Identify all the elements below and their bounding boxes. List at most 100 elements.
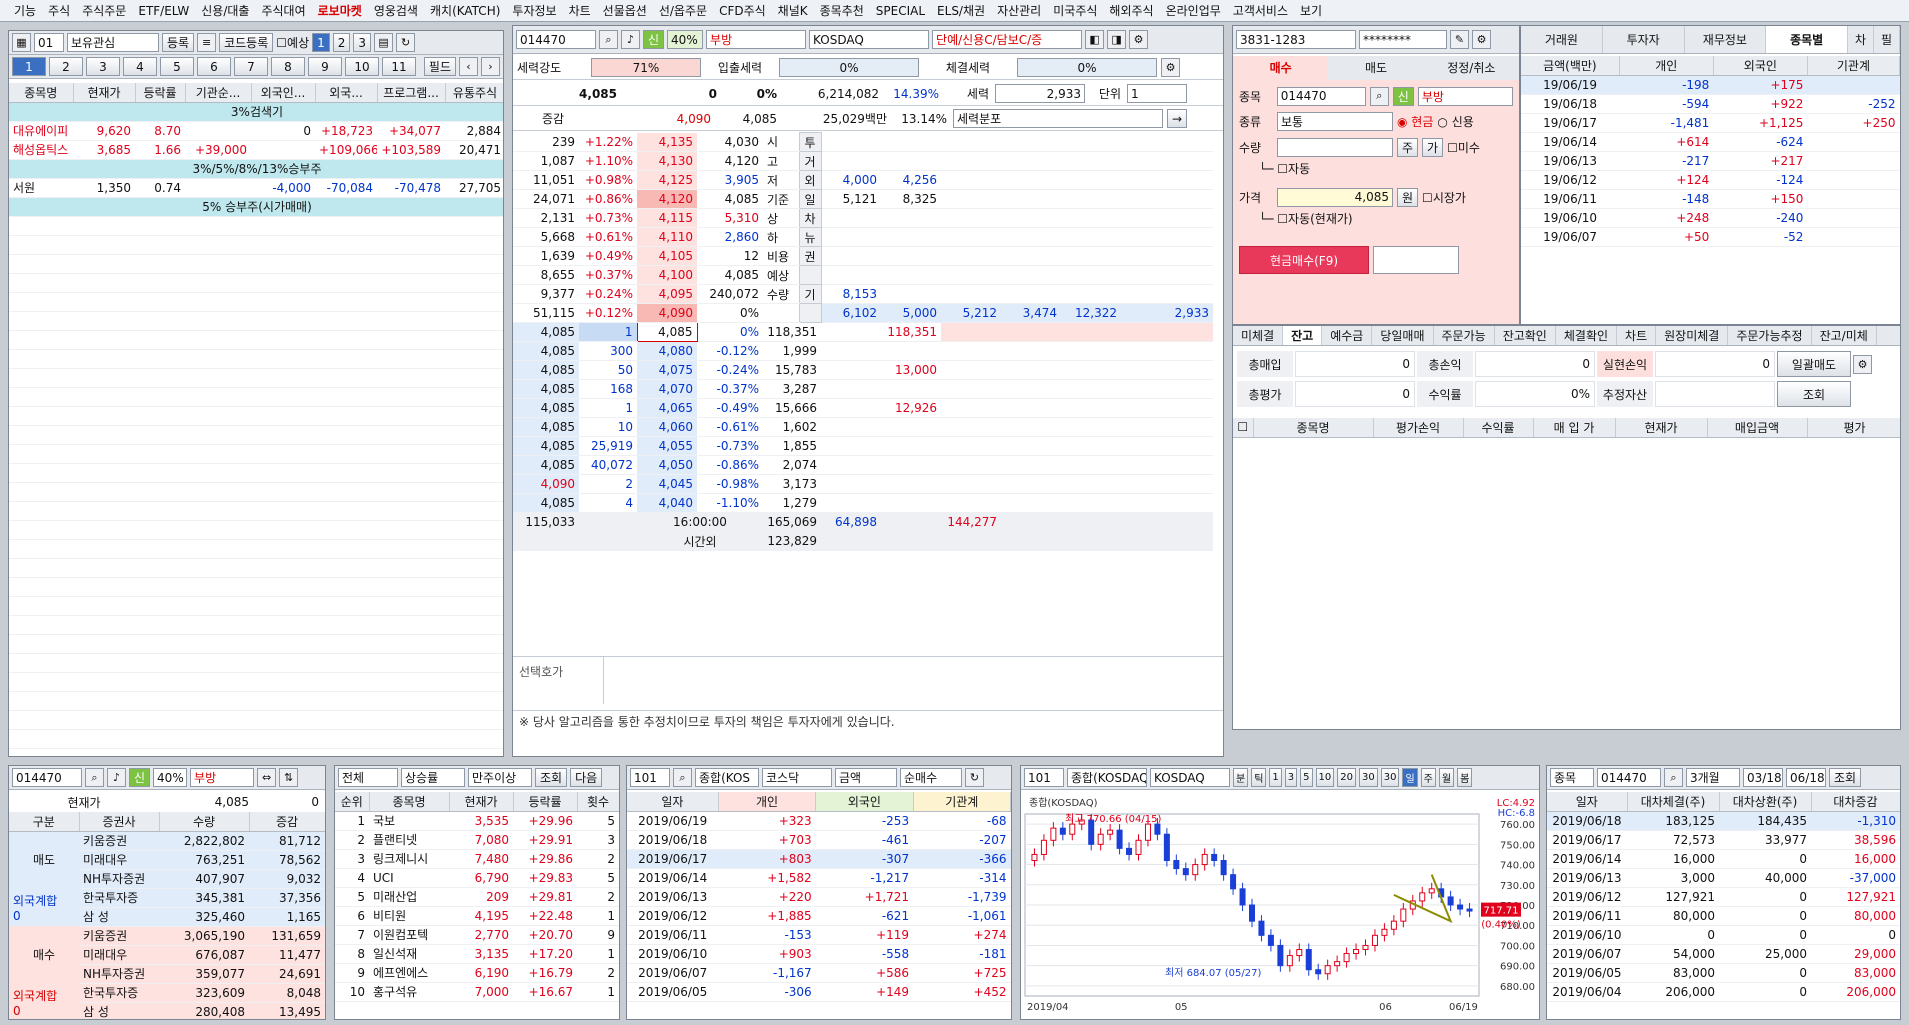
balance-tab[interactable]: 원장미체결 [1656, 326, 1729, 345]
rank-row[interactable]: 6 비티원 4,195 +22.48 1 [335, 906, 619, 926]
menu-item[interactable]: 신용/대출 [195, 2, 255, 19]
menu-item[interactable]: SPECIAL [870, 4, 931, 18]
broker-row[interactable]: 매도 키움증권 2,822,802 81,712 [9, 831, 325, 867]
auto-price-checkbox[interactable]: └─ ☐자동(현재가) [1239, 210, 1513, 234]
forecast-checkbox[interactable]: ☐예상 [276, 34, 309, 51]
ask-price[interactable]: 4,105 [637, 246, 697, 266]
table-row[interactable]: 19/06/07 +50 -52 [1521, 227, 1900, 247]
menu-icon[interactable]: ≡ [197, 33, 217, 52]
settings-icon[interactable]: ⚙ [1161, 58, 1180, 77]
speaker-icon[interactable]: ♪ [621, 30, 640, 49]
table-row[interactable]: 2019/06/07 -1,167 +586 +725 [627, 963, 1011, 983]
search-icon[interactable]: ⌕ [1369, 86, 1389, 106]
page-2-button[interactable]: 2 [332, 33, 351, 52]
watch-tab[interactable]: 2 [49, 57, 83, 76]
chart-period-button[interactable]: 3 [1284, 768, 1298, 787]
column-header[interactable]: 매입금액 [1707, 418, 1808, 438]
buy-aux-input[interactable] [1373, 246, 1459, 274]
auto-checkbox[interactable]: └─ ☐자동 [1239, 160, 1513, 184]
watch-tab[interactable]: 1 [12, 57, 46, 76]
column-header[interactable]: 평가 [1807, 418, 1900, 438]
table-row[interactable]: 19/06/10 +248 -240 [1521, 208, 1900, 228]
bid-price[interactable]: 4,060 [637, 417, 697, 437]
broker-row[interactable]: 외국계합 0 한국투자증 345,381 37,356 [9, 888, 325, 923]
sort-icon[interactable]: ⇅ [279, 768, 299, 787]
balance-tab[interactable]: 미체결 [1233, 326, 1284, 345]
watch-tab[interactable]: 3 [86, 57, 120, 76]
menu-item[interactable]: 캐치(KATCH) [424, 2, 506, 19]
rank-next-button[interactable]: 다음 [570, 768, 603, 787]
menu-item[interactable]: 미국주식 [1047, 2, 1103, 19]
side-tab[interactable]: 차 [798, 208, 822, 228]
investor-tab[interactable]: 재무정보 [1685, 26, 1767, 53]
menu-item[interactable]: 종목추천 [814, 2, 870, 19]
search-icon[interactable]: ⌕ [599, 30, 618, 49]
ask-row[interactable]: 51,115 +0.12% 4,090 0% 6,102 5,000 5,212 3,474 1… [513, 303, 1213, 323]
tab-buy[interactable]: 매수 [1233, 56, 1329, 80]
column-header[interactable]: 등락률 [135, 83, 186, 103]
ask-price[interactable]: 4,115 [637, 208, 697, 228]
unpaid-checkbox[interactable]: ☐미수 [1447, 139, 1480, 156]
bid-row[interactable]: 4,085 10 4,060 -0.61% 1,602 [513, 417, 1213, 437]
side-button[interactable]: 차 [1848, 26, 1874, 53]
bid-price[interactable]: 4,065 [637, 398, 697, 418]
broker-row[interactable]: 외국계합 0 한국투자증 323,609 8,048 [9, 983, 325, 1018]
table-row[interactable]: 19/06/14 +614 -624 [1521, 132, 1900, 152]
ask-price[interactable]: 4,095 [637, 284, 697, 304]
order-code-input[interactable]: 014470 [1276, 86, 1366, 106]
balance-tab[interactable]: 주문가능추정 [1728, 326, 1812, 345]
prev-icon[interactable]: ‹ [459, 57, 478, 76]
lending-type-select[interactable]: 종목 [1550, 768, 1594, 787]
go-arrow-button[interactable]: → [1167, 109, 1188, 128]
balance-tab[interactable]: 예수금 [1322, 326, 1373, 345]
lending-period-select[interactable]: 3개월 [1686, 768, 1740, 787]
table-row[interactable]: 해성옵틱스 3,685 1.66 +39,000 +109,066 +103,589 20,… [9, 140, 503, 160]
chart-code-input[interactable]: 101 [1024, 768, 1064, 787]
column-header[interactable]: 프로그램... [377, 83, 446, 103]
query-button[interactable]: 조회 [1777, 381, 1851, 407]
bid-price[interactable]: 4,080 [637, 341, 697, 361]
mi-amount-select[interactable]: 금액 [835, 768, 897, 787]
register-button[interactable]: 등록 [162, 33, 195, 52]
mi-market-select[interactable]: 코스닥 [762, 768, 832, 787]
swap-icon[interactable]: ⇔ [257, 768, 277, 787]
menu-item[interactable]: 영웅검색 [368, 2, 424, 19]
table-row[interactable]: 2019/06/13 3,000 40,000 -37,000 [1547, 868, 1900, 888]
refresh-icon[interactable]: ↻ [965, 768, 984, 787]
table-row[interactable]: 2019/06/05 -306 +149 +452 [627, 982, 1011, 1002]
tab-modify[interactable]: 정정/취소 [1423, 56, 1519, 80]
table-row[interactable]: 2019/06/18 +703 -461 -207 [627, 830, 1011, 850]
account-select[interactable]: 3831-1283 [1236, 30, 1356, 49]
side-tab[interactable]: 권 [798, 246, 822, 266]
investor-tab[interactable]: 거래원 [1521, 26, 1603, 53]
table-row[interactable]: 서원 1,350 0.74 -4,000 -70,084 -70,478 27,705 [9, 178, 503, 198]
table-row[interactable]: 3%/5%/8%/13%승부주 [9, 159, 503, 179]
rank-market-select[interactable]: 전체 [338, 768, 398, 787]
table-row[interactable]: 2019/06/18 183,125 184,435 -1,310 [1547, 811, 1900, 831]
watch-tab[interactable]: 8 [271, 57, 305, 76]
search-icon[interactable]: ⌕ [1664, 768, 1683, 787]
side-tab[interactable]: 외 [798, 170, 822, 190]
group-no-select[interactable]: 01 [34, 33, 64, 52]
menu-item[interactable]: 선물옵션 [597, 2, 653, 19]
watch-tab[interactable]: 6 [197, 57, 231, 76]
rank-row[interactable]: 7 이원컴포텍 2,770 +20.70 9 [335, 925, 619, 945]
chart-period-button[interactable]: 일 [1402, 768, 1418, 787]
bid-row[interactable]: 4,085 1 4,065 -0.49% 15,666 12,926 [513, 398, 1213, 418]
table-row[interactable]: 대유에이피 9,620 8.70 0 +18,723 +34,077 2,884 [9, 121, 503, 141]
table-row[interactable]: 2019/06/19 +323 -253 -68 [627, 811, 1011, 831]
menu-item[interactable]: 기능 [8, 2, 42, 19]
menu-item[interactable]: 온라인업무 [1160, 2, 1227, 19]
chart-period-button[interactable]: 30 [1359, 768, 1378, 787]
ask-row[interactable]: 1,639 +0.49% 4,105 12 비용 권 [513, 246, 1213, 266]
ask-row[interactable]: 239 +1.22% 4,135 4,030 시 투 [513, 132, 1213, 152]
ask-price[interactable]: 4,125 [637, 170, 697, 190]
table-row[interactable]: 19/06/13 -217 +217 [1521, 151, 1900, 171]
side-tab[interactable]: 거 [798, 151, 822, 171]
speaker-icon[interactable]: ♪ [107, 768, 126, 787]
menu-item[interactable]: 해외주식 [1103, 2, 1159, 19]
side-button[interactable]: 필 [1874, 26, 1900, 53]
search-icon[interactable]: ⌕ [673, 768, 692, 787]
balance-tab[interactable]: 차트 [1617, 326, 1657, 345]
table-row[interactable]: 2019/06/05 83,000 0 83,000 [1547, 963, 1900, 983]
